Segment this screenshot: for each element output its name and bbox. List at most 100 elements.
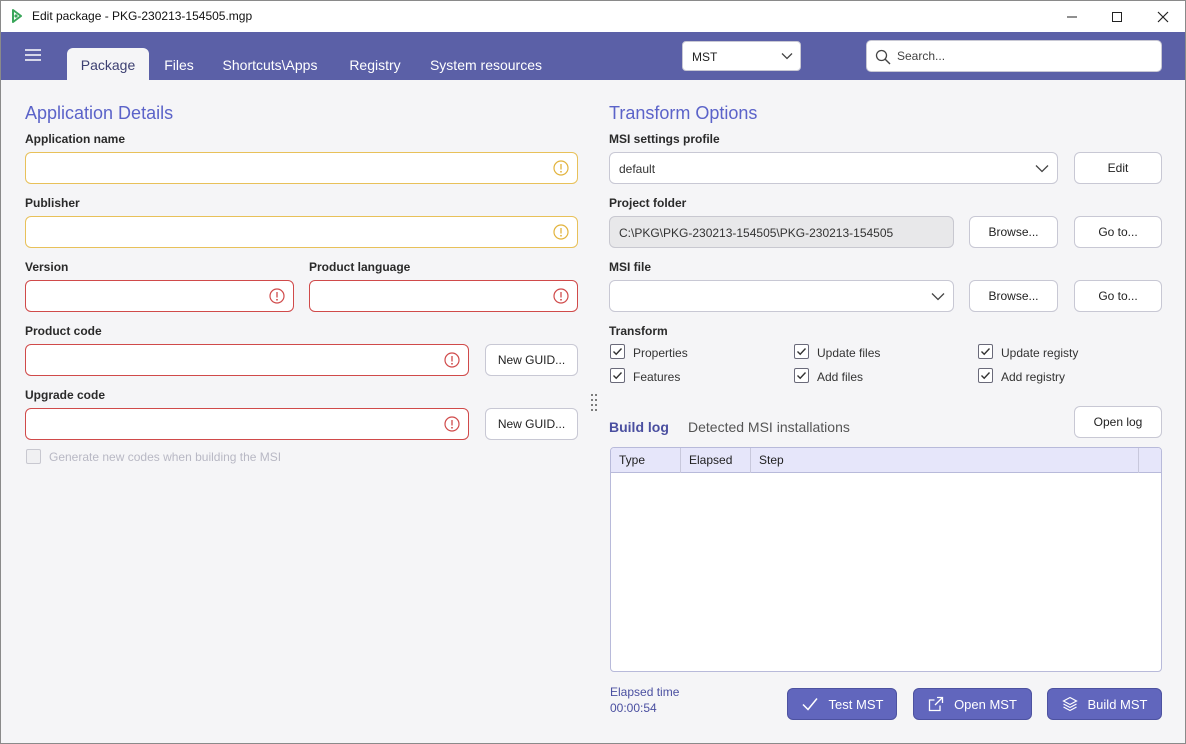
checkmark-icon bbox=[797, 348, 807, 356]
close-icon bbox=[1157, 11, 1169, 22]
msi-file-label: MSI file bbox=[609, 260, 652, 274]
application-details-title: Application Details bbox=[25, 103, 174, 123]
add-files-checkbox[interactable] bbox=[794, 368, 809, 383]
msi-profile-select[interactable]: default bbox=[609, 152, 1058, 184]
open-log-button[interactable]: Open log bbox=[1074, 406, 1162, 438]
properties-label: Properties bbox=[633, 346, 688, 360]
product-language-field[interactable] bbox=[309, 280, 578, 312]
version-field[interactable] bbox=[25, 280, 294, 312]
title-bar: Edit package - PKG-230213-154505.mgp bbox=[1, 1, 1185, 32]
application-name-label: Application name bbox=[25, 132, 126, 146]
browse-folder-button[interactable]: Browse... bbox=[969, 216, 1058, 248]
new-guid-product-button[interactable]: New GUID... bbox=[485, 344, 578, 376]
window-title: Edit package - PKG-230213-154505.mgp bbox=[32, 9, 253, 23]
add-files-label: Add files bbox=[817, 370, 864, 384]
checkmark-icon bbox=[613, 372, 623, 380]
add-registry-checkbox[interactable] bbox=[978, 368, 993, 383]
maximize-button[interactable] bbox=[1094, 1, 1140, 32]
publisher-label: Publisher bbox=[25, 196, 80, 210]
project-folder-label: Project folder bbox=[609, 196, 687, 210]
test-mst-label: Test MST bbox=[828, 696, 884, 712]
upgrade-code-field[interactable] bbox=[25, 408, 469, 440]
build-mst-button[interactable]: Build MST bbox=[1047, 688, 1162, 720]
warning-icon bbox=[553, 160, 569, 176]
mode-select-value: MST bbox=[692, 50, 718, 64]
msi-profile-label: MSI settings profile bbox=[609, 132, 720, 146]
test-mst-button[interactable]: Test MST bbox=[787, 688, 897, 720]
properties-checkbox[interactable] bbox=[610, 344, 625, 359]
tab-files[interactable]: Files bbox=[153, 48, 205, 80]
chevron-down-icon bbox=[781, 53, 793, 60]
build-mst-label: Build MST bbox=[1087, 696, 1148, 712]
error-icon bbox=[553, 288, 569, 304]
goto-msi-button[interactable]: Go to... bbox=[1074, 280, 1162, 312]
app-logo-icon bbox=[12, 9, 22, 23]
column-step[interactable]: Step bbox=[751, 448, 1139, 473]
browse-msi-button[interactable]: Browse... bbox=[969, 280, 1058, 312]
update-files-checkbox[interactable] bbox=[794, 344, 809, 359]
edit-package-window: Edit package - PKG-230213-154505.mgp Pac… bbox=[0, 0, 1186, 744]
close-button[interactable] bbox=[1140, 1, 1186, 32]
checkmark-icon bbox=[981, 372, 991, 380]
tab-shortcuts-apps[interactable]: Shortcuts\Apps bbox=[213, 48, 327, 80]
transform-label: Transform bbox=[609, 324, 668, 338]
open-mst-button[interactable]: Open MST bbox=[913, 688, 1032, 720]
transform-options-title: Transform Options bbox=[609, 103, 758, 123]
checkmark-icon bbox=[613, 348, 623, 356]
hamburger-menu-icon[interactable] bbox=[24, 48, 42, 62]
update-files-label: Update files bbox=[817, 346, 881, 360]
features-checkbox[interactable] bbox=[610, 368, 625, 383]
open-mst-label: Open MST bbox=[954, 696, 1017, 712]
generate-codes-checkbox[interactable] bbox=[26, 449, 41, 464]
checkmark-icon bbox=[802, 698, 818, 711]
column-type[interactable]: Type bbox=[611, 448, 681, 473]
tab-package[interactable]: Package bbox=[67, 48, 149, 80]
features-label: Features bbox=[633, 370, 681, 384]
top-navigation: Package Files Shortcuts\Apps Registry Sy… bbox=[1, 32, 1185, 80]
elapsed-time-value: 00:00:54 bbox=[610, 701, 657, 715]
application-name-field[interactable] bbox=[25, 152, 578, 184]
generate-codes-label: Generate new codes when building the MSI bbox=[49, 450, 282, 464]
msi-profile-value: default bbox=[619, 162, 656, 176]
tab-build-log[interactable]: Build log bbox=[609, 419, 669, 435]
tab-detected-msi[interactable]: Detected MSI installations bbox=[688, 419, 850, 435]
error-icon bbox=[444, 352, 460, 368]
minimize-button[interactable] bbox=[1049, 1, 1095, 32]
error-icon bbox=[269, 288, 285, 304]
maximize-icon bbox=[1112, 11, 1122, 22]
publisher-field[interactable] bbox=[25, 216, 578, 248]
edit-profile-button[interactable]: Edit bbox=[1074, 152, 1162, 184]
minimize-icon bbox=[1067, 16, 1077, 17]
msi-file-select[interactable] bbox=[609, 280, 954, 312]
chevron-down-icon bbox=[1035, 165, 1049, 173]
update-registry-label: Update registy bbox=[1001, 346, 1079, 360]
splitter-grip-icon[interactable] bbox=[590, 393, 598, 411]
checkmark-icon bbox=[981, 348, 991, 356]
product-code-field[interactable] bbox=[25, 344, 469, 376]
project-folder-value: C:\PKG\PKG-230213-154505\PKG-230213-1545… bbox=[619, 226, 894, 240]
product-language-label: Product language bbox=[309, 260, 411, 274]
layers-icon bbox=[1061, 696, 1078, 712]
project-folder-field: C:\PKG\PKG-230213-154505\PKG-230213-1545… bbox=[609, 216, 954, 248]
error-icon bbox=[444, 416, 460, 432]
external-link-icon bbox=[928, 696, 944, 712]
checkmark-icon bbox=[797, 372, 807, 380]
search-box[interactable] bbox=[866, 40, 1162, 72]
add-registry-label: Add registry bbox=[1001, 370, 1066, 384]
chevron-down-icon bbox=[931, 293, 945, 301]
build-log-table[interactable]: Type Elapsed Step bbox=[610, 447, 1162, 672]
column-elapsed[interactable]: Elapsed bbox=[681, 448, 751, 473]
upgrade-code-label: Upgrade code bbox=[25, 388, 106, 402]
product-code-label: Product code bbox=[25, 324, 102, 338]
search-input[interactable] bbox=[897, 49, 1147, 63]
goto-folder-button[interactable]: Go to... bbox=[1074, 216, 1162, 248]
elapsed-time-label: Elapsed time bbox=[610, 685, 680, 699]
update-registry-checkbox[interactable] bbox=[978, 344, 993, 359]
mode-select[interactable]: MST bbox=[682, 41, 801, 71]
warning-icon bbox=[553, 224, 569, 240]
tab-system-resources[interactable]: System resources bbox=[423, 48, 549, 80]
new-guid-upgrade-button[interactable]: New GUID... bbox=[485, 408, 578, 440]
search-icon bbox=[875, 49, 891, 65]
table-header: Type Elapsed Step bbox=[611, 448, 1161, 473]
tab-registry[interactable]: Registry bbox=[337, 48, 413, 80]
